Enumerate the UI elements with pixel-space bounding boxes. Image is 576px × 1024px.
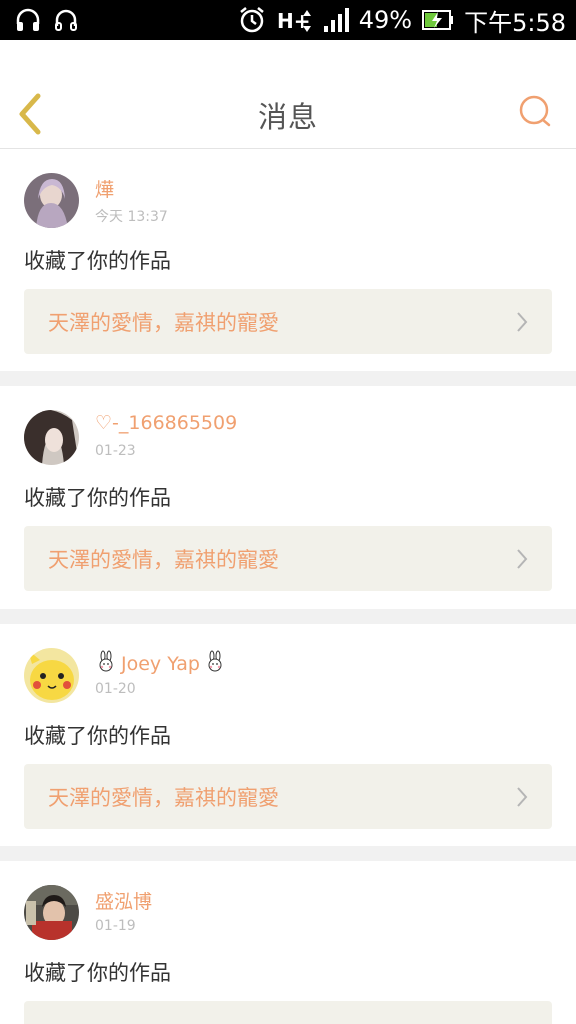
page-title: 消息: [257, 100, 318, 134]
timestamp: 01-19: [95, 918, 136, 934]
avatar[interactable]: [24, 410, 79, 465]
message-card: ♡-_166865509 01-23 收藏了你的作品 天澤的愛情，嘉祺的寵愛: [0, 386, 576, 609]
username[interactable]: 盛泓博: [95, 887, 152, 914]
timestamp: 今天 13:37: [95, 209, 168, 225]
action-text: 收藏了你的作品: [24, 249, 171, 273]
search-icon: [519, 95, 551, 127]
chevron-right-icon: [517, 312, 528, 332]
search-button[interactable]: [518, 94, 554, 130]
rabbit-icon: [95, 650, 117, 677]
message-card: 盛泓博 01-19 收藏了你的作品: [0, 861, 576, 1024]
network-type-icon: H+: [277, 6, 313, 34]
work-link[interactable]: 天澤的愛情，嘉祺的寵愛: [24, 764, 552, 829]
username-text: Joey Yap: [121, 652, 200, 675]
headset-icon: [52, 6, 80, 34]
work-title: 天澤的愛情，嘉祺的寵愛: [48, 548, 279, 572]
avatar[interactable]: [24, 648, 79, 703]
username[interactable]: 燁: [95, 175, 114, 202]
battery-charging-icon: [422, 8, 454, 32]
signal-icon: [323, 6, 349, 34]
work-link[interactable]: 天澤的愛情，嘉祺的寵愛: [24, 526, 552, 591]
headphones-icon: [14, 6, 42, 34]
avatar[interactable]: [24, 173, 79, 228]
username[interactable]: ♡-_166865509: [95, 412, 237, 434]
work-title: 天澤的愛情，嘉祺的寵愛: [48, 311, 279, 335]
action-text: 收藏了你的作品: [24, 961, 171, 985]
message-card: Joey Yap 01-20 收藏了你的作品 天澤的愛情，嘉祺的寵愛: [0, 624, 576, 846]
rabbit-icon: [204, 650, 226, 677]
work-link[interactable]: [24, 1001, 552, 1024]
status-bar: H+ 49% 下午5:58: [0, 0, 576, 40]
avatar[interactable]: [24, 885, 79, 940]
separator: [0, 609, 576, 624]
chevron-right-icon: [517, 787, 528, 807]
action-text: 收藏了你的作品: [24, 724, 171, 748]
chevron-right-icon: [517, 549, 528, 569]
username[interactable]: Joey Yap: [95, 650, 226, 677]
app-header: 消息: [0, 40, 576, 149]
timestamp: 01-20: [95, 681, 136, 697]
separator: [0, 846, 576, 861]
separator: [0, 371, 576, 386]
alarm-icon: [237, 5, 267, 35]
status-time: 下午5:58: [464, 8, 566, 37]
action-text: 收藏了你的作品: [24, 486, 171, 510]
battery-percent: 49%: [358, 6, 413, 34]
work-title: 天澤的愛情，嘉祺的寵愛: [48, 786, 279, 810]
work-link[interactable]: 天澤的愛情，嘉祺的寵愛: [24, 289, 552, 354]
timestamp: 01-23: [95, 443, 136, 459]
message-card: 燁 今天 13:37 收藏了你的作品 天澤的愛情，嘉祺的寵愛: [0, 149, 576, 371]
